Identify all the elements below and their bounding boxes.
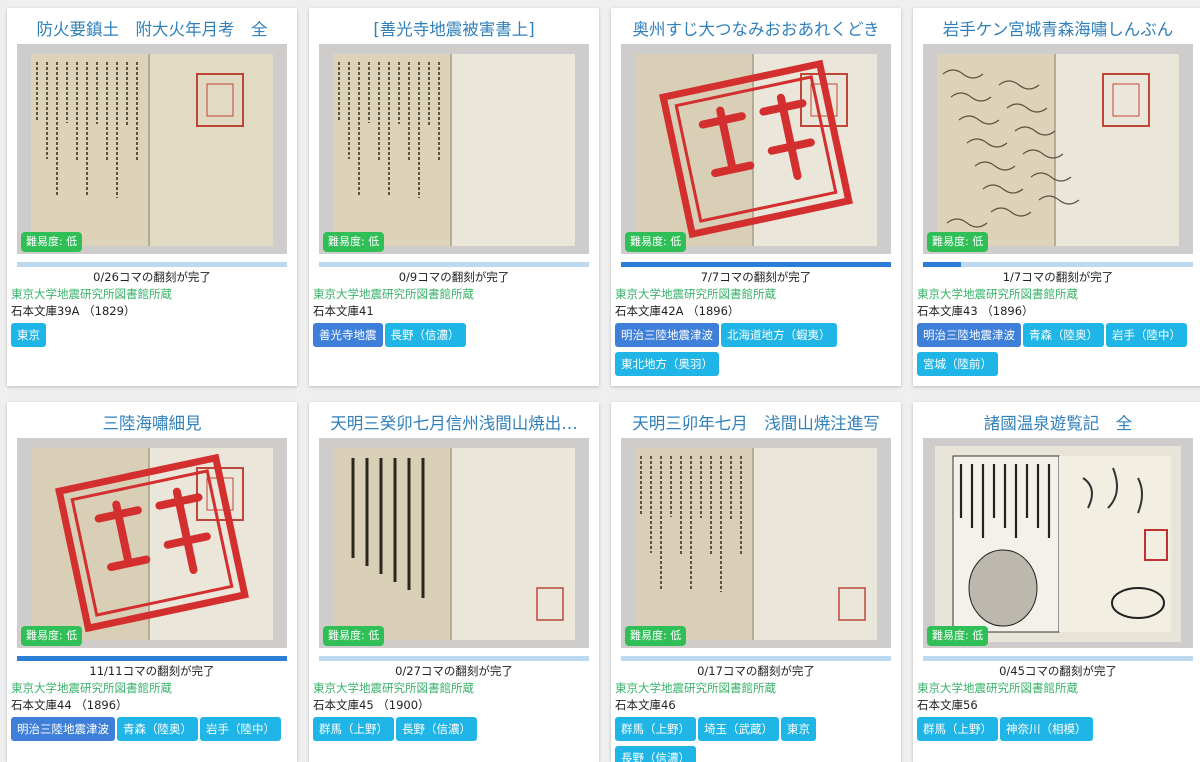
progress-text: 0/45コマの翻刻が完了 [999,664,1117,678]
document-thumbnail[interactable]: 難易度: 低 [923,44,1193,254]
tag-list: 群馬（上野） 神奈川（相模） [913,713,1200,746]
tag-list: 明治三陸地震津波 北海道地方（蝦夷）東北地方（奥羽） [611,319,901,381]
document-grid: 防火要鎮土 附大火年月考 全難易度: 低 0/26コマの翻刻が完了東京大学地震研究… [0,0,1200,762]
call-number: 石本文庫45 （1900） [313,698,430,712]
document-title[interactable]: 奥州すじ大つなみおおあれくどき [611,8,901,44]
call-number: 石本文庫43 （1896） [917,304,1034,318]
difficulty-badge: 難易度: 低 [625,232,687,252]
document-thumbnail[interactable]: 難易度: 低 [319,438,589,648]
tag-chip[interactable]: 明治三陸地震津波 [11,717,115,741]
difficulty-badge: 難易度: 低 [21,232,83,252]
call-number: 石本文庫39A （1829） [11,304,136,318]
holding-library[interactable]: 東京大学地震研究所図書館所蔵 [611,286,901,303]
tag-chip[interactable]: 長野（信濃） [396,717,477,741]
tag-chip[interactable]: 宮城（陸前） [917,352,998,376]
document-card[interactable]: 諸國温泉遊覧記 全難易度: 低 0/45コマの翻刻が完了東京大学地震研究所図書館所… [913,402,1200,762]
tag-list: 善光寺地震 長野（信濃） [309,319,599,352]
difficulty-badge: 難易度: 低 [21,626,83,646]
call-number: 石本文庫56 [917,698,978,712]
progress-fill [923,262,961,267]
tag-chip[interactable]: 群馬（上野） [615,717,696,741]
document-card[interactable]: 三陸海嘯細見難易度: 低 11/11コマの翻刻が完了東京大学地震研究所図書館所蔵石… [7,402,297,762]
tag-chip[interactable]: 長野（信濃） [615,746,696,762]
document-title[interactable]: [善光寺地震被害書上] [309,8,599,44]
holding-library[interactable]: 東京大学地震研究所図書館所蔵 [913,286,1200,303]
tag-list: 明治三陸地震津波 青森（陸奥） 岩手（陸中） [7,713,297,746]
call-number: 石本文庫46 [615,698,676,712]
document-title[interactable]: 岩手ケン宮城青森海嘯しんぶん [913,8,1200,44]
tag-chip[interactable]: 善光寺地震 [313,323,383,347]
tag-chip[interactable]: 東北地方（奥羽） [615,352,719,376]
progress-text: 11/11コマの翻刻が完了 [89,664,215,678]
tag-chip[interactable]: 群馬（上野） [917,717,998,741]
document-title[interactable]: 三陸海嘯細見 [7,402,297,438]
tag-chip[interactable]: 北海道地方（蝦夷） [721,323,837,347]
tag-chip[interactable]: 東京 [781,717,816,741]
document-thumbnail[interactable]: 難易度: 低 [17,44,287,254]
document-card[interactable]: 岩手ケン宮城青森海嘯しんぶん難易度: 低 1/7コマの翻刻が完了東京大学地震研究所… [913,8,1200,386]
tag-chip[interactable]: 岩手（陸中） [1106,323,1187,347]
document-title[interactable]: 防火要鎮土 附大火年月考 全 [7,8,297,44]
tag-chip[interactable]: 埼玉（武蔵） [698,717,779,741]
progress-text: 7/7コマの翻刻が完了 [700,270,812,284]
document-card[interactable]: 天明三癸卯七月信州浅間山焼出… 難易度: 低 0/27コマの翻刻が完了東京大学地震研… [309,402,599,762]
progress-bar [17,656,287,661]
tag-chip[interactable]: 明治三陸地震津波 [917,323,1021,347]
tag-list: 群馬（上野） 埼玉（武蔵） 東京長野（信濃） [611,713,901,762]
document-card[interactable]: 防火要鎮土 附大火年月考 全難易度: 低 0/26コマの翻刻が完了東京大学地震研究… [7,8,297,386]
progress-bar [923,656,1193,661]
holding-library[interactable]: 東京大学地震研究所図書館所蔵 [309,680,599,697]
holding-library[interactable]: 東京大学地震研究所図書館所蔵 [309,286,599,303]
tag-chip[interactable]: 明治三陸地震津波 [615,323,719,347]
progress-bar [319,262,589,267]
difficulty-badge: 難易度: 低 [625,626,687,646]
progress-bar [319,656,589,661]
progress-bar [621,262,891,267]
tag-chip[interactable]: 神奈川（相模） [1000,717,1093,741]
tag-chip[interactable]: 群馬（上野） [313,717,394,741]
tag-list: 明治三陸地震津波 青森（陸奥） 岩手（陸中） 宮城（陸前） [913,319,1200,381]
document-card[interactable]: 天明三卯年七月 浅間山焼注進写難易度: 低 0/17コマの翻刻が完了東京大学地震研… [611,402,901,762]
progress-fill [17,656,287,661]
tag-chip[interactable]: 岩手（陸中） [200,717,281,741]
progress-text: 1/7コマの翻刻が完了 [1002,270,1114,284]
tag-list: 東京 [7,319,297,352]
progress-text: 0/26コマの翻刻が完了 [93,270,211,284]
progress-text: 0/27コマの翻刻が完了 [395,664,513,678]
document-card[interactable]: [善光寺地震被害書上] 難易度: 低 0/9コマの翻刻が完了東京大学地震研究所図書館… [309,8,599,386]
holding-library[interactable]: 東京大学地震研究所図書館所蔵 [7,680,297,697]
difficulty-badge: 難易度: 低 [323,626,385,646]
tag-chip[interactable]: 東京 [11,323,46,347]
call-number: 石本文庫42A （1896） [615,304,740,318]
tag-list: 群馬（上野） 長野（信濃） [309,713,599,746]
progress-bar [923,262,1193,267]
call-number: 石本文庫44 （1896） [11,698,128,712]
document-title[interactable]: 諸國温泉遊覧記 全 [913,402,1200,438]
tag-chip[interactable]: 青森（陸奥） [117,717,198,741]
difficulty-badge: 難易度: 低 [927,626,989,646]
document-thumbnail[interactable]: 難易度: 低 [17,438,287,648]
document-thumbnail[interactable]: 難易度: 低 [923,438,1193,648]
progress-fill [621,262,891,267]
progress-bar [17,262,287,267]
tag-chip[interactable]: 青森（陸奥） [1023,323,1104,347]
document-thumbnail[interactable]: 難易度: 低 [621,438,891,648]
progress-bar [621,656,891,661]
document-thumbnail[interactable]: 難易度: 低 [319,44,589,254]
progress-text: 0/9コマの翻刻が完了 [398,270,510,284]
call-number: 石本文庫41 [313,304,374,318]
difficulty-badge: 難易度: 低 [927,232,989,252]
holding-library[interactable]: 東京大学地震研究所図書館所蔵 [611,680,901,697]
document-title[interactable]: 天明三卯年七月 浅間山焼注進写 [611,402,901,438]
progress-text: 0/17コマの翻刻が完了 [697,664,815,678]
difficulty-badge: 難易度: 低 [323,232,385,252]
document-title[interactable]: 天明三癸卯七月信州浅間山焼出… [309,402,599,438]
document-thumbnail[interactable]: 難易度: 低 [621,44,891,254]
document-card[interactable]: 奥州すじ大つなみおおあれくどき難易度: 低 7/7コマの翻刻が完了東京大学地震研究… [611,8,901,386]
tag-chip[interactable]: 長野（信濃） [384,323,466,347]
holding-library[interactable]: 東京大学地震研究所図書館所蔵 [7,286,297,303]
holding-library[interactable]: 東京大学地震研究所図書館所蔵 [913,680,1200,697]
